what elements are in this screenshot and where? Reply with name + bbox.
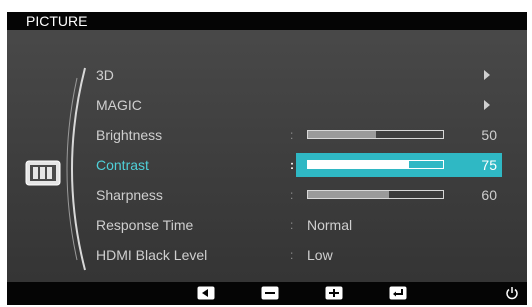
response-time-value: Normal [307,217,353,233]
plus-icon[interactable] [325,286,343,300]
contrast-slider-fill [308,161,410,168]
sharpness-slider-fill [308,191,389,198]
hdmi-black-level-value: Low [307,247,333,263]
menu-item-magic[interactable]: MAGIC [96,95,142,115]
power-icon[interactable] [505,286,523,300]
contrast-slider[interactable] [307,160,444,169]
osd-menu: PICTURE 3D MAGIC Brightness : 50 Contras… [7,12,527,305]
control-bar [7,282,527,305]
separator: : [290,128,294,142]
brightness-slider-fill [308,131,376,138]
enter-icon[interactable] [389,286,407,300]
separator: : [290,188,294,202]
menu-title: PICTURE [26,13,88,29]
menu-item-response-time[interactable]: Response Time [96,215,193,235]
brightness-slider[interactable] [307,130,444,139]
separator: : [290,218,294,232]
separator: : [290,158,294,172]
sharpness-value: 60 [481,187,497,203]
submenu-arrow-icon[interactable] [484,100,490,110]
title-bar: PICTURE [7,12,527,30]
picture-section-icon [25,160,61,186]
sharpness-slider[interactable] [307,190,444,199]
submenu-arrow-icon[interactable] [484,70,490,80]
contrast-value: 75 [481,157,497,173]
menu-item-sharpness[interactable]: Sharpness [96,185,163,205]
brightness-value: 50 [481,127,497,143]
menu-item-hdmi-black-level[interactable]: HDMI Black Level [96,245,207,265]
minus-icon[interactable] [261,286,279,300]
separator: : [290,248,294,262]
menu-item-contrast[interactable]: Contrast [96,155,149,175]
menu-item-3d[interactable]: 3D [96,65,114,85]
menu-item-brightness[interactable]: Brightness [96,125,162,145]
left-arrow-icon[interactable] [197,286,215,300]
menu-arc-icon [66,67,86,271]
